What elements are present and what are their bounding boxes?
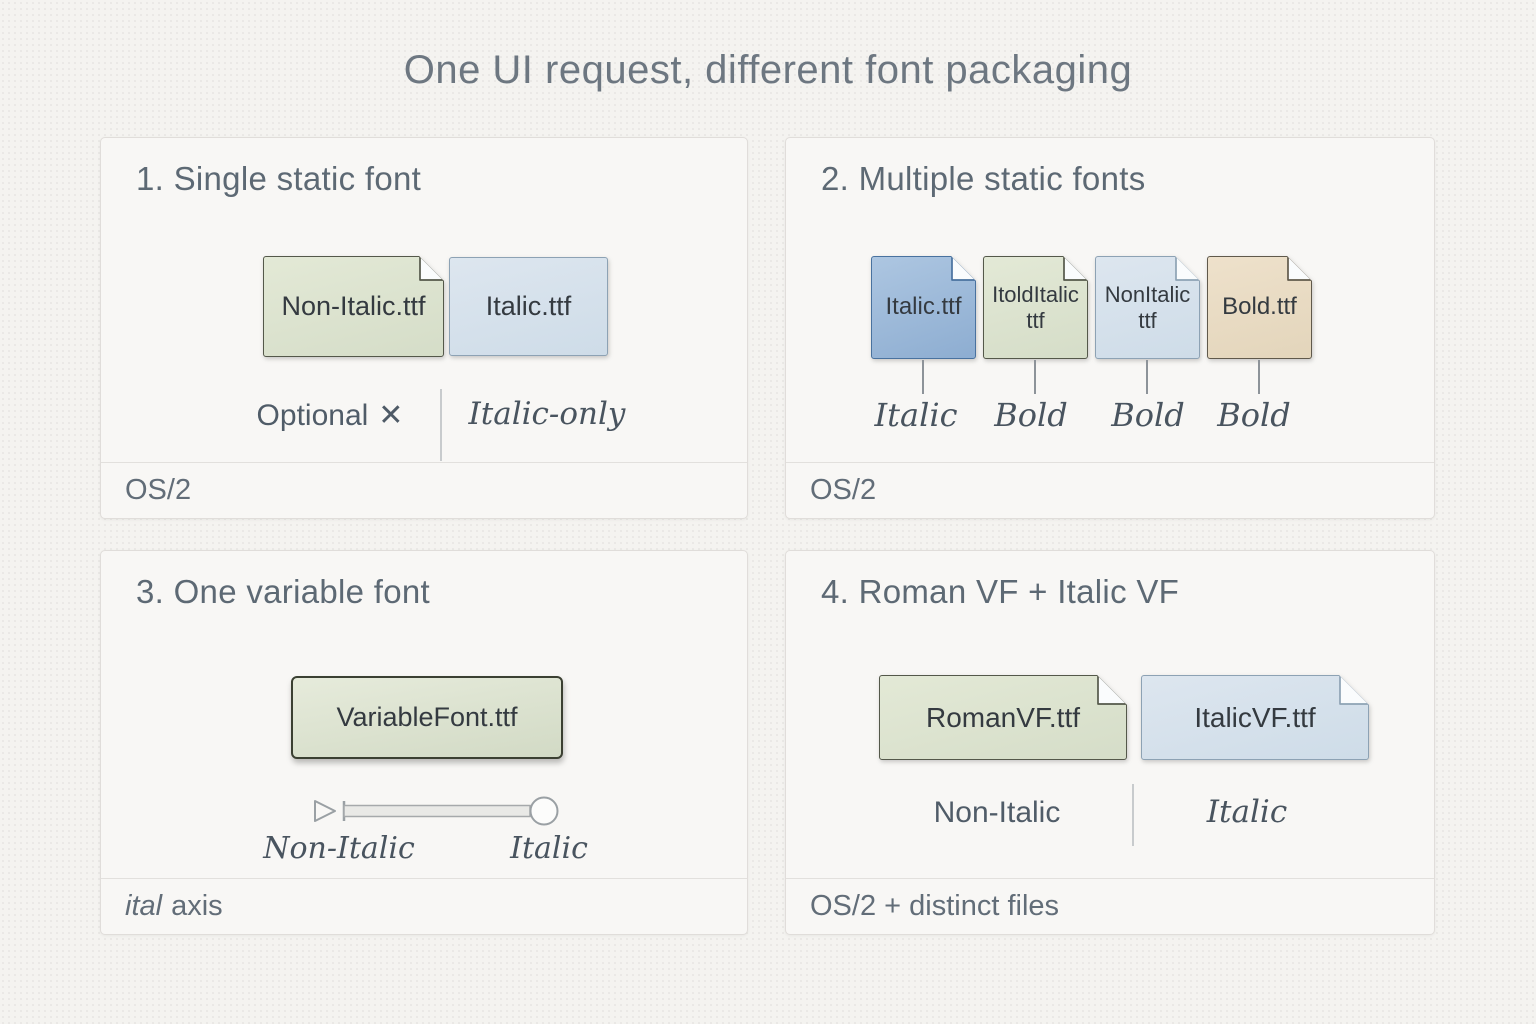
caption-italic: Italic [1207, 794, 1287, 830]
folded-corner-icon [1287, 255, 1313, 281]
panel-3-footer: ital axis [101, 878, 747, 934]
panel-1-footer: OS/2 [101, 462, 747, 518]
panel-3-heading: 3. One variable font [136, 573, 430, 611]
x-icon: ✕ [378, 398, 403, 433]
style-label-bold: Bold [1217, 396, 1291, 434]
panel-1-heading: 1. Single static font [136, 160, 421, 198]
caption-optional: Optional ✕ [257, 398, 404, 433]
style-label-bold: Bold [994, 396, 1068, 434]
file-name-line: ItoldItalic [992, 282, 1079, 308]
folded-corner-icon [1175, 255, 1201, 281]
panel-multiple-static-fonts: 2. Multiple static fonts Italic.ttf Itol… [785, 137, 1435, 519]
footer-os2-distinct-label: OS/2 + distinct files [810, 890, 1059, 923]
file-name: RomanVF.ttf [926, 701, 1080, 734]
slider-start-icon [315, 801, 335, 821]
file-name-line: ttf [1026, 308, 1044, 334]
file-name: Italic.ttf [885, 293, 961, 321]
file-name: ItalicVF.ttf [1194, 701, 1315, 734]
connector-line [1146, 360, 1148, 394]
connector-line [922, 360, 924, 394]
slider-thumb [531, 798, 558, 825]
slider-right-label: Italic [510, 831, 588, 866]
file-bold-ttf: Bold.ttf [1207, 256, 1312, 359]
file-name: Italic.ttf [486, 291, 572, 323]
file-itolditalic-ttf: ItoldItalic ttf [983, 256, 1088, 359]
file-variablefont-ttf: VariableFont.ttf [291, 676, 563, 759]
style-label-italic: Italic [875, 396, 958, 434]
caption-optional-label: Optional [257, 399, 369, 432]
file-italicvf-ttf: ItalicVF.ttf [1141, 675, 1369, 760]
file-name-line: ttf [1138, 308, 1156, 334]
caption-divider [440, 389, 442, 461]
file-name: VariableFont.ttf [336, 702, 517, 734]
caption-non-italic: Non-Italic [934, 796, 1061, 830]
panel-2-footer: OS/2 [786, 462, 1434, 518]
slider-left-label: Non-Italic [263, 831, 415, 866]
panel-roman-vf-italic-vf: 4. Roman VF + Italic VF RomanVF.ttf Ital… [785, 550, 1435, 935]
file-name-line: NonItalic [1105, 282, 1191, 308]
folded-corner-icon [951, 255, 977, 281]
file-italic-ttf: Italic.ttf [449, 257, 608, 356]
panel-one-variable-font: 3. One variable font VariableFont.ttf No… [100, 550, 748, 935]
slider-track [344, 806, 530, 817]
footer-os2-label: OS/2 [810, 474, 876, 507]
folded-corner-icon [1097, 674, 1128, 705]
folded-corner-icon [1339, 674, 1370, 705]
panel-single-static-font: 1. Single static font Non-Italic.ttf Ita… [100, 137, 748, 519]
caption-italic-only: Italic-only [469, 396, 626, 432]
file-nonitalic-ttf: NonItalic ttf [1095, 256, 1200, 359]
panel-4-footer: OS/2 + distinct files [786, 878, 1434, 934]
panel-2-heading: 2. Multiple static fonts [821, 160, 1146, 198]
style-label-bold: Bold [1111, 396, 1185, 434]
file-name: Non-Italic.ttf [281, 291, 425, 323]
folded-corner-icon [1063, 255, 1089, 281]
file-italic-ttf: Italic.ttf [871, 256, 976, 359]
file-romanvf-ttf: RomanVF.ttf [879, 675, 1127, 760]
file-name: Bold.ttf [1222, 293, 1297, 321]
panel-4-heading: 4. Roman VF + Italic VF [821, 573, 1179, 611]
connector-line [1034, 360, 1036, 394]
file-non-italic-ttf: Non-Italic.ttf [263, 256, 444, 357]
footer-axis-label: axis [171, 890, 223, 923]
slide-title: One UI request, different font packaging [0, 48, 1536, 93]
footer-ital-label: ital [125, 890, 162, 923]
ital-axis-slider [311, 791, 563, 831]
folded-corner-icon [419, 255, 445, 281]
caption-divider [1132, 784, 1134, 846]
connector-line [1258, 360, 1260, 394]
footer-os2-label: OS/2 [125, 474, 191, 507]
